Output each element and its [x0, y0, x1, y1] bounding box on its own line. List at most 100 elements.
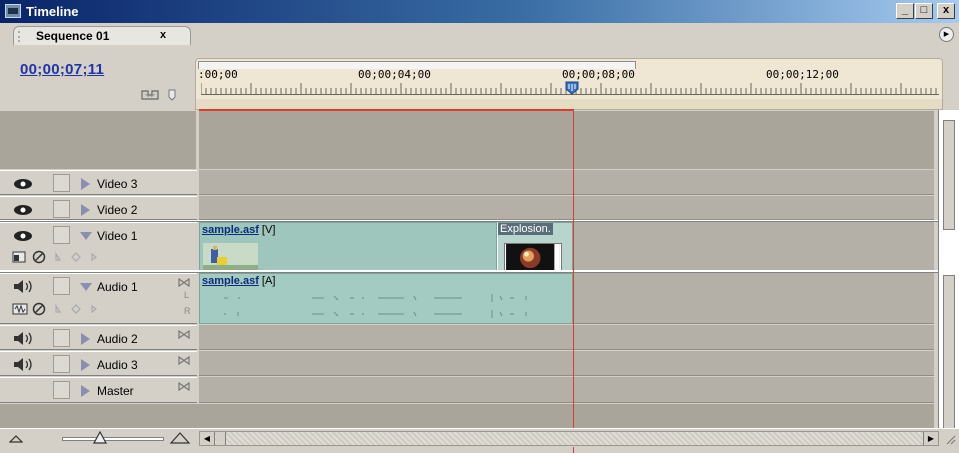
expand-triangle-icon[interactable]: [81, 333, 90, 345]
tab-row: Sequence 01 x ▶: [0, 23, 959, 45]
scroll-right-arrow-icon[interactable]: ▶: [923, 432, 938, 445]
track-header-spacer: [0, 111, 196, 169]
lock-toggle[interactable]: [53, 200, 70, 218]
audio-clip[interactable]: sample.asf [A]: [199, 273, 573, 324]
track-master: Master: [0, 377, 934, 403]
zoom-out-icon[interactable]: [9, 435, 23, 443]
track-name: Audio 1: [97, 280, 138, 294]
ruler-label: 00;00;04;00: [358, 68, 431, 81]
track-lane[interactable]: [199, 351, 934, 376]
track-video-2: Video 2: [0, 196, 934, 220]
audio-sync-icon: [178, 330, 190, 339]
collapse-triangle-icon[interactable]: [80, 283, 92, 291]
audio-sync-icon: [178, 382, 190, 391]
eye-icon[interactable]: [12, 203, 34, 217]
zoom-slider-track[interactable]: [62, 437, 164, 441]
timeline-panel: 00;00;07;11 :00;00 00;00;04;00 00;00;08;…: [0, 45, 959, 453]
tab-grip-icon: [18, 31, 23, 42]
lock-toggle[interactable]: [53, 174, 70, 192]
maximize-button[interactable]: □: [915, 3, 933, 19]
audio-sync-icon: [178, 278, 190, 287]
clip-suffix: [V]: [258, 224, 276, 236]
window-title: Timeline: [26, 4, 79, 19]
keyframe-nav-icon[interactable]: [54, 304, 98, 314]
timeline-window: Timeline _ □ x Sequence 01 x ▶ 00;00;07;…: [0, 0, 959, 453]
lock-toggle[interactable]: [53, 355, 70, 373]
speaker-icon[interactable]: [12, 331, 34, 346]
track-header: Audio 2: [0, 325, 197, 350]
lock-toggle[interactable]: [53, 329, 70, 347]
speaker-icon[interactable]: [12, 357, 34, 372]
tab-close-button[interactable]: x: [160, 29, 166, 41]
time-ruler[interactable]: :00;00 00;00;04;00 00;00;08;00 00;00;12;…: [195, 58, 943, 110]
track-lane[interactable]: [199, 196, 934, 220]
video-clip[interactable]: sample.asf [V]: [199, 222, 497, 271]
explosion-clip[interactable]: Explosion.: [497, 222, 573, 271]
audio-scroll-thumb[interactable]: [943, 275, 955, 430]
ruler-footer: [196, 99, 942, 109]
keyframe-nav-icon[interactable]: [54, 252, 98, 262]
close-button[interactable]: x: [937, 3, 955, 19]
track-header: Video 1: [0, 222, 197, 271]
track-lane[interactable]: [199, 377, 934, 403]
title-bar[interactable]: Timeline _ □ x: [0, 0, 959, 23]
track-name: Audio 2: [97, 332, 138, 346]
snap-icon[interactable]: [141, 89, 159, 101]
set-marker-icon[interactable]: [166, 89, 178, 101]
ruler-label: 00;00;08;00: [562, 68, 635, 81]
track-name: Audio 3: [97, 358, 138, 372]
track-lane[interactable]: [199, 325, 934, 350]
lock-toggle[interactable]: [53, 381, 70, 399]
clip-thumbnail: [504, 243, 562, 271]
timeline-app-icon: [5, 4, 21, 18]
tab-sequence-01[interactable]: Sequence 01 x: [13, 26, 191, 45]
track-audio-3: Audio 3: [0, 351, 934, 376]
track-lane[interactable]: [199, 170, 934, 195]
ruler-label: :00;00: [198, 68, 238, 81]
video-scroll-thumb[interactable]: [943, 120, 955, 230]
playhead-handle-icon[interactable]: [565, 81, 579, 95]
current-timecode[interactable]: 00;00;07;11: [20, 61, 104, 78]
speaker-icon[interactable]: [12, 279, 34, 294]
in-out-range: [199, 109, 574, 111]
expand-triangle-icon[interactable]: [81, 204, 90, 216]
track-video-3: Video 3: [0, 170, 934, 195]
lock-toggle[interactable]: [53, 277, 70, 295]
expand-triangle-icon[interactable]: [81, 359, 90, 371]
show-keyframes-icon[interactable]: [32, 302, 46, 316]
track-area-footer: [0, 404, 934, 428]
track-name: Master: [97, 384, 134, 398]
playhead-line[interactable]: [573, 111, 574, 453]
expand-triangle-icon[interactable]: [81, 178, 90, 190]
right-channel-label: R: [184, 306, 191, 316]
expand-triangle-icon[interactable]: [81, 385, 90, 397]
lock-toggle[interactable]: [53, 226, 70, 244]
show-keyframes-icon[interactable]: [32, 250, 46, 264]
ruler-label: 00;00;12;00: [766, 68, 839, 81]
zoom-in-icon[interactable]: [170, 432, 190, 444]
clip-suffix: [A]: [258, 275, 276, 287]
waveform-display-icon[interactable]: [12, 303, 28, 315]
tab-label: Sequence 01: [36, 29, 110, 43]
audio-sync-icon: [178, 356, 190, 365]
resize-grip-icon[interactable]: [944, 433, 956, 445]
vertical-scrollbar[interactable]: [938, 110, 959, 435]
display-style-icon[interactable]: [12, 251, 26, 263]
zoom-slider-knob[interactable]: [93, 431, 107, 445]
track-area-spacer: [199, 111, 934, 169]
track-header: Video 2: [0, 196, 197, 220]
track-name: Video 3: [97, 177, 138, 191]
eye-icon[interactable]: [12, 229, 34, 243]
audio-waveform: [224, 294, 527, 318]
horizontal-scroll-thumb[interactable]: [216, 432, 226, 445]
panel-menu-button[interactable]: ▶: [939, 27, 954, 42]
timeline-footer: ◀ ▶: [0, 428, 959, 447]
horizontal-scrollbar[interactable]: ◀ ▶: [199, 431, 939, 446]
track-name: Video 1: [97, 229, 138, 243]
eye-icon[interactable]: [12, 177, 34, 191]
minimize-button[interactable]: _: [896, 3, 914, 19]
collapse-triangle-icon[interactable]: [80, 232, 92, 240]
track-header: Audio 3: [0, 351, 197, 376]
clip-name: sample.asf: [202, 224, 259, 236]
scroll-left-arrow-icon[interactable]: ◀: [200, 432, 215, 445]
